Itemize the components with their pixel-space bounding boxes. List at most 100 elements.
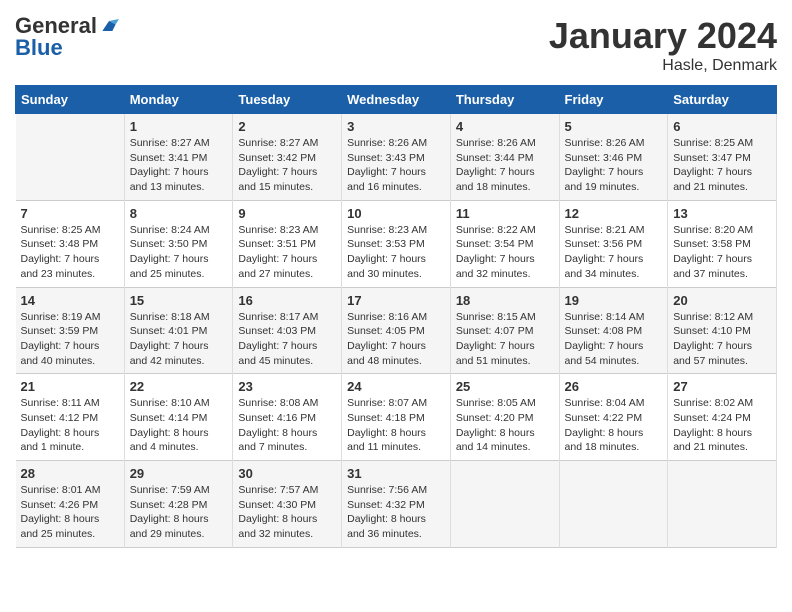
day-number: 9 bbox=[238, 206, 336, 221]
day-info: Sunrise: 8:17 AM Sunset: 4:03 PM Dayligh… bbox=[238, 310, 336, 369]
day-info: Sunrise: 8:11 AM Sunset: 4:12 PM Dayligh… bbox=[21, 396, 119, 455]
day-info: Sunrise: 8:18 AM Sunset: 4:01 PM Dayligh… bbox=[130, 310, 228, 369]
day-number: 20 bbox=[673, 293, 771, 308]
day-number: 23 bbox=[238, 379, 336, 394]
calendar-header-wednesday: Wednesday bbox=[342, 86, 451, 114]
day-number: 11 bbox=[456, 206, 554, 221]
day-number: 4 bbox=[456, 119, 554, 134]
day-number: 22 bbox=[130, 379, 228, 394]
calendar-cell: 11 Sunrise: 8:22 AM Sunset: 3:54 PM Dayli… bbox=[450, 200, 559, 287]
day-number: 17 bbox=[347, 293, 445, 308]
day-number: 16 bbox=[238, 293, 336, 308]
day-info: Sunrise: 8:25 AM Sunset: 3:47 PM Dayligh… bbox=[673, 136, 771, 195]
day-number: 25 bbox=[456, 379, 554, 394]
day-info: Sunrise: 8:25 AM Sunset: 3:48 PM Dayligh… bbox=[21, 223, 119, 282]
calendar-cell: 7 Sunrise: 8:25 AM Sunset: 3:48 PM Daylig… bbox=[16, 200, 125, 287]
calendar-cell: 13 Sunrise: 8:20 AM Sunset: 3:58 PM Dayli… bbox=[668, 200, 777, 287]
day-info: Sunrise: 8:19 AM Sunset: 3:59 PM Dayligh… bbox=[21, 310, 119, 369]
calendar-cell: 3Sunrise: 8:26 AM Sunset: 3:43 PM Daylig… bbox=[342, 114, 451, 201]
day-number: 12 bbox=[565, 206, 663, 221]
calendar-header-saturday: Saturday bbox=[668, 86, 777, 114]
calendar-cell: 20 Sunrise: 8:12 AM Sunset: 4:10 PM Dayli… bbox=[668, 287, 777, 374]
day-number: 30 bbox=[238, 466, 336, 481]
calendar-cell: 1 Sunrise: 8:27 AM Sunset: 3:41 PM Daylig… bbox=[124, 114, 233, 201]
day-number: 29 bbox=[130, 466, 228, 481]
calendar-week-row: 28 Sunrise: 8:01 AM Sunset: 4:26 PM Dayli… bbox=[16, 461, 777, 548]
day-number: 8 bbox=[130, 206, 228, 221]
day-number: 13 bbox=[673, 206, 771, 221]
day-number: 19 bbox=[565, 293, 663, 308]
day-info: Sunrise: 8:08 AM Sunset: 4:16 PM Dayligh… bbox=[238, 396, 336, 455]
logo-icon bbox=[99, 16, 119, 36]
calendar-cell: 2Sunrise: 8:27 AM Sunset: 3:42 PM Daylig… bbox=[233, 114, 342, 201]
day-number: 14 bbox=[21, 293, 119, 308]
calendar-week-row: 14 Sunrise: 8:19 AM Sunset: 3:59 PM Dayli… bbox=[16, 287, 777, 374]
calendar-header-sunday: Sunday bbox=[16, 86, 125, 114]
logo-blue-text: Blue bbox=[15, 37, 119, 59]
calendar-cell: 23 Sunrise: 8:08 AM Sunset: 4:16 PM Dayli… bbox=[233, 374, 342, 461]
logo: General Blue bbox=[15, 15, 119, 59]
location: Hasle, Denmark bbox=[549, 57, 777, 75]
calendar-cell: 30 Sunrise: 7:57 AM Sunset: 4:30 PM Dayli… bbox=[233, 461, 342, 548]
calendar-cell bbox=[450, 461, 559, 548]
header: General Blue January 2024 Hasle, Denmark bbox=[15, 15, 777, 75]
day-number: 5 bbox=[565, 119, 663, 134]
day-info: Sunrise: 8:21 AM Sunset: 3:56 PM Dayligh… bbox=[565, 223, 663, 282]
calendar-cell: 22 Sunrise: 8:10 AM Sunset: 4:14 PM Dayli… bbox=[124, 374, 233, 461]
day-info: Sunrise: 8:23 AM Sunset: 3:53 PM Dayligh… bbox=[347, 223, 445, 282]
calendar-cell: 10 Sunrise: 8:23 AM Sunset: 3:53 PM Dayli… bbox=[342, 200, 451, 287]
day-info: Sunrise: 8:16 AM Sunset: 4:05 PM Dayligh… bbox=[347, 310, 445, 369]
calendar-cell bbox=[16, 114, 125, 201]
day-info: Sunrise: 8:12 AM Sunset: 4:10 PM Dayligh… bbox=[673, 310, 771, 369]
calendar-cell bbox=[559, 461, 668, 548]
day-info: Sunrise: 8:14 AM Sunset: 4:08 PM Dayligh… bbox=[565, 310, 663, 369]
day-info: Sunrise: 8:27 AM Sunset: 3:41 PM Dayligh… bbox=[130, 136, 228, 195]
day-info: Sunrise: 8:26 AM Sunset: 3:46 PM Dayligh… bbox=[565, 136, 663, 195]
day-info: Sunrise: 8:10 AM Sunset: 4:14 PM Dayligh… bbox=[130, 396, 228, 455]
calendar-header-monday: Monday bbox=[124, 86, 233, 114]
calendar-header-thursday: Thursday bbox=[450, 86, 559, 114]
calendar-header-row: SundayMondayTuesdayWednesdayThursdayFrid… bbox=[16, 86, 777, 114]
day-number: 27 bbox=[673, 379, 771, 394]
day-info: Sunrise: 8:20 AM Sunset: 3:58 PM Dayligh… bbox=[673, 223, 771, 282]
day-info: Sunrise: 8:26 AM Sunset: 3:44 PM Dayligh… bbox=[456, 136, 554, 195]
day-info: Sunrise: 8:01 AM Sunset: 4:26 PM Dayligh… bbox=[21, 483, 119, 542]
day-info: Sunrise: 7:57 AM Sunset: 4:30 PM Dayligh… bbox=[238, 483, 336, 542]
day-info: Sunrise: 8:22 AM Sunset: 3:54 PM Dayligh… bbox=[456, 223, 554, 282]
day-info: Sunrise: 8:23 AM Sunset: 3:51 PM Dayligh… bbox=[238, 223, 336, 282]
logo-general-text: General bbox=[15, 15, 97, 37]
calendar-cell: 29Sunrise: 7:59 AM Sunset: 4:28 PM Dayli… bbox=[124, 461, 233, 548]
calendar-header-tuesday: Tuesday bbox=[233, 86, 342, 114]
calendar-cell: 31Sunrise: 7:56 AM Sunset: 4:32 PM Dayli… bbox=[342, 461, 451, 548]
day-number: 7 bbox=[21, 206, 119, 221]
day-info: Sunrise: 8:04 AM Sunset: 4:22 PM Dayligh… bbox=[565, 396, 663, 455]
day-info: Sunrise: 8:15 AM Sunset: 4:07 PM Dayligh… bbox=[456, 310, 554, 369]
day-number: 28 bbox=[21, 466, 119, 481]
calendar-week-row: 21Sunrise: 8:11 AM Sunset: 4:12 PM Dayli… bbox=[16, 374, 777, 461]
calendar-week-row: 1 Sunrise: 8:27 AM Sunset: 3:41 PM Daylig… bbox=[16, 114, 777, 201]
title-area: January 2024 Hasle, Denmark bbox=[549, 15, 777, 75]
day-number: 10 bbox=[347, 206, 445, 221]
day-number: 2 bbox=[238, 119, 336, 134]
calendar-cell: 18 Sunrise: 8:15 AM Sunset: 4:07 PM Dayli… bbox=[450, 287, 559, 374]
calendar-cell: 21Sunrise: 8:11 AM Sunset: 4:12 PM Dayli… bbox=[16, 374, 125, 461]
day-number: 3 bbox=[347, 119, 445, 134]
day-number: 1 bbox=[130, 119, 228, 134]
day-number: 31 bbox=[347, 466, 445, 481]
calendar-cell: 24 Sunrise: 8:07 AM Sunset: 4:18 PM Dayli… bbox=[342, 374, 451, 461]
calendar-cell: 15Sunrise: 8:18 AM Sunset: 4:01 PM Dayli… bbox=[124, 287, 233, 374]
day-info: Sunrise: 8:24 AM Sunset: 3:50 PM Dayligh… bbox=[130, 223, 228, 282]
day-number: 24 bbox=[347, 379, 445, 394]
calendar-cell: 5 Sunrise: 8:26 AM Sunset: 3:46 PM Daylig… bbox=[559, 114, 668, 201]
calendar-week-row: 7 Sunrise: 8:25 AM Sunset: 3:48 PM Daylig… bbox=[16, 200, 777, 287]
day-info: Sunrise: 8:07 AM Sunset: 4:18 PM Dayligh… bbox=[347, 396, 445, 455]
calendar-cell: 27Sunrise: 8:02 AM Sunset: 4:24 PM Dayli… bbox=[668, 374, 777, 461]
day-number: 6 bbox=[673, 119, 771, 134]
calendar-cell: 6 Sunrise: 8:25 AM Sunset: 3:47 PM Daylig… bbox=[668, 114, 777, 201]
calendar-cell bbox=[668, 461, 777, 548]
calendar-cell: 12 Sunrise: 8:21 AM Sunset: 3:56 PM Dayli… bbox=[559, 200, 668, 287]
calendar-cell: 26 Sunrise: 8:04 AM Sunset: 4:22 PM Dayli… bbox=[559, 374, 668, 461]
day-number: 26 bbox=[565, 379, 663, 394]
day-number: 18 bbox=[456, 293, 554, 308]
calendar-cell: 19 Sunrise: 8:14 AM Sunset: 4:08 PM Dayli… bbox=[559, 287, 668, 374]
